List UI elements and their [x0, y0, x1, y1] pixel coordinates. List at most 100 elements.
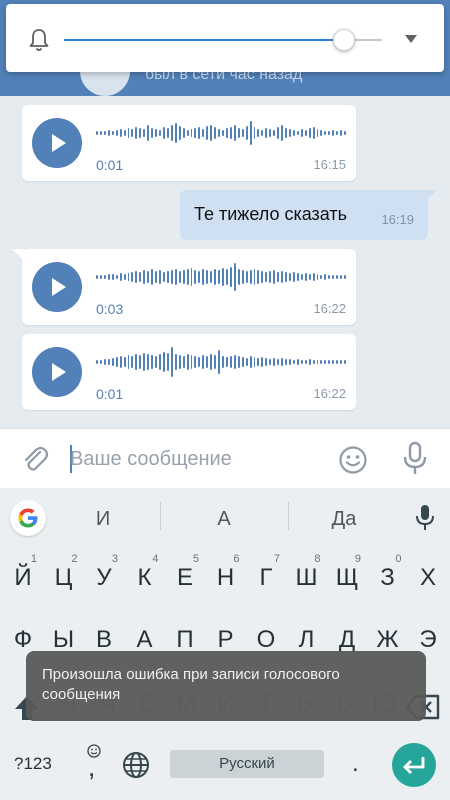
- key[interactable]: Й1: [3, 552, 43, 604]
- waveform-bar: [198, 127, 201, 139]
- waveform-bar: [304, 360, 307, 364]
- play-button[interactable]: [32, 262, 82, 312]
- waveform-bar: [103, 131, 106, 135]
- key[interactable]: Н6: [206, 552, 246, 604]
- waveform-bar: [162, 127, 165, 139]
- waveform-bar: [131, 356, 134, 368]
- key-label: Ф: [13, 626, 33, 653]
- key[interactable]: Щ9: [327, 552, 367, 604]
- waveform-bar: [336, 360, 339, 364]
- waveform-bar: [147, 271, 150, 283]
- waveform-bar: [135, 127, 138, 139]
- waveform-bar: [127, 355, 130, 369]
- waveform-bar: [285, 128, 287, 138]
- waveform-bar: [159, 270, 161, 284]
- waveform-bar: [96, 360, 98, 364]
- waveform-bar: [340, 130, 343, 136]
- key-hint: 3: [111, 553, 118, 565]
- key[interactable]: У3: [84, 552, 124, 604]
- key-hint: 6: [233, 553, 240, 565]
- key[interactable]: З0: [368, 552, 408, 604]
- waveform-bar: [107, 274, 110, 280]
- waveform-bar: [344, 275, 346, 279]
- waveform-bar: [206, 270, 209, 284]
- waveform-bar: [182, 270, 185, 284]
- suggestion-item[interactable]: И: [73, 508, 133, 531]
- waveform-bar: [99, 275, 102, 279]
- waveform-bar: [281, 358, 283, 366]
- play-button[interactable]: [32, 118, 82, 168]
- play-icon: [52, 278, 66, 296]
- outgoing-message[interactable]: Те тижело сказать 16:19: [180, 190, 437, 240]
- waveform-bar: [249, 121, 252, 145]
- waveform-bar: [249, 270, 252, 284]
- waveform-bar: [257, 358, 260, 366]
- waveform-bar: [210, 125, 213, 141]
- voice-message: 0:01 16:22: [22, 334, 356, 410]
- key-hint: 2: [71, 553, 78, 565]
- waveform-bar: [123, 130, 126, 136]
- waveform-bar: [261, 130, 264, 136]
- key-label: А: [136, 626, 153, 653]
- key[interactable]: К4: [125, 552, 165, 604]
- waveform-bar: [332, 275, 335, 279]
- waveform-bar: [115, 357, 118, 367]
- volume-slider-thumb[interactable]: [332, 29, 355, 51]
- symbols-key[interactable]: ?123: [14, 754, 52, 774]
- voice-input-icon[interactable]: [415, 504, 435, 532]
- volume-slider[interactable]: [64, 29, 382, 51]
- bubble-tail: [12, 249, 24, 261]
- message-list[interactable]: 0:01 16:15 Те тижело сказать 16:19 0:03 …: [0, 96, 450, 426]
- play-button[interactable]: [32, 347, 82, 397]
- bell-icon[interactable]: [28, 28, 50, 52]
- key[interactable]: Ш8: [287, 552, 327, 604]
- waveform[interactable]: [96, 346, 346, 378]
- waveform-bar: [218, 350, 220, 374]
- suggestion-item[interactable]: А: [194, 508, 254, 531]
- waveform-bar: [155, 356, 157, 368]
- key[interactable]: Ц2: [44, 552, 84, 604]
- waveform-bar: [316, 129, 319, 137]
- emoji-icon[interactable]: [338, 445, 368, 475]
- waveform-bar: [139, 272, 142, 282]
- key-label: Й: [14, 564, 32, 591]
- waveform-bar: [190, 355, 193, 369]
- key[interactable]: Х: [408, 552, 448, 604]
- globe-icon[interactable]: [122, 751, 150, 779]
- waveform-bar: [99, 131, 102, 135]
- space-key[interactable]: Русский: [170, 750, 324, 778]
- waveform-bar: [222, 356, 224, 368]
- waveform-bar: [269, 359, 272, 365]
- key-hint: 7: [273, 553, 280, 565]
- waveform-bar: [296, 359, 299, 365]
- waveform-bar: [320, 275, 323, 279]
- google-icon[interactable]: [10, 500, 46, 536]
- key-hint: 4: [152, 553, 159, 565]
- waveform-bar: [178, 126, 181, 140]
- paperclip-icon[interactable]: [20, 444, 50, 474]
- waveform[interactable]: [96, 117, 346, 149]
- key[interactable]: Г7: [246, 552, 286, 604]
- waveform-bar: [312, 127, 315, 139]
- message-input[interactable]: [70, 445, 320, 473]
- microphone-icon[interactable]: [402, 441, 428, 477]
- waveform-bar: [281, 271, 283, 283]
- waveform-bar: [300, 274, 303, 280]
- waveform-bar: [218, 129, 220, 137]
- waveform-bar: [320, 130, 323, 136]
- waveform-bar: [115, 130, 118, 136]
- suggestion-item[interactable]: Да: [314, 508, 374, 531]
- waveform-bar: [198, 271, 201, 283]
- key[interactable]: Е5: [165, 552, 205, 604]
- waveform[interactable]: [96, 261, 346, 293]
- waveform-bar: [277, 272, 280, 282]
- chevron-down-icon[interactable]: [404, 34, 418, 44]
- play-icon: [52, 363, 66, 381]
- period-key[interactable]: .: [352, 750, 359, 778]
- enter-key[interactable]: [392, 743, 436, 787]
- key-label: У: [96, 564, 112, 591]
- emoji-comma-key[interactable]: ,: [82, 744, 108, 784]
- waveform-bar: [174, 269, 177, 285]
- waveform-bar: [119, 356, 122, 368]
- waveform-bar: [336, 131, 339, 135]
